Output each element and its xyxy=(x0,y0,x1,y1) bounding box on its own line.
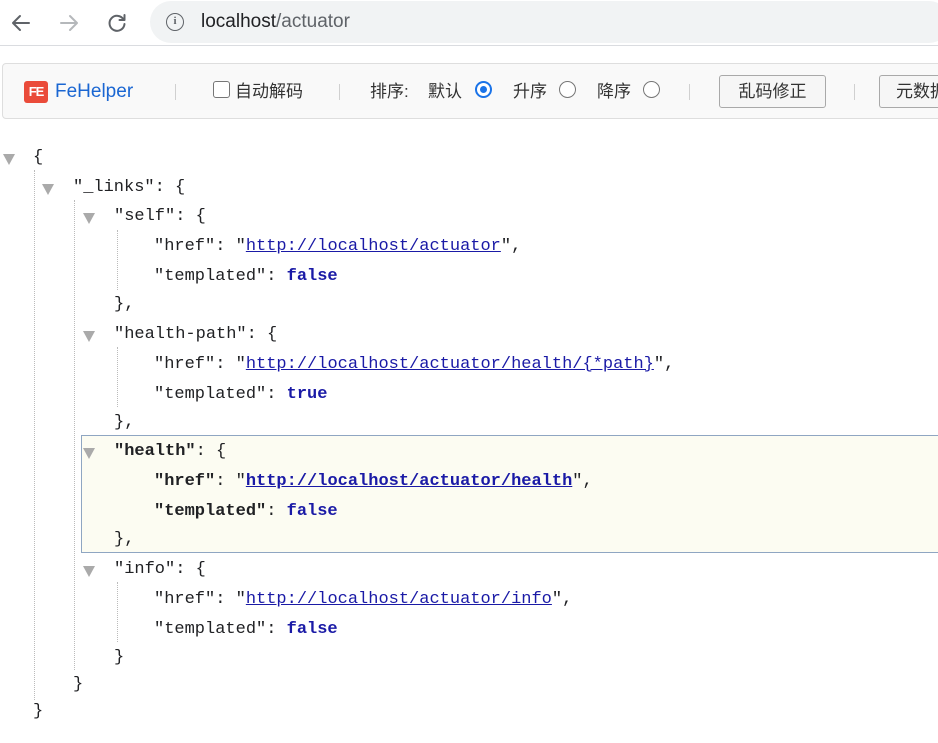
json-line-href: "href": "http://localhost/actuator", xyxy=(154,237,522,256)
toolbar-divider xyxy=(854,84,855,100)
json-key: "info" xyxy=(114,560,176,579)
json-key: "templated" xyxy=(154,267,267,286)
toolbar-divider xyxy=(689,84,690,100)
info-icon[interactable]: i xyxy=(166,13,184,31)
forward-button[interactable] xyxy=(56,10,82,36)
collapse-toggle-icon[interactable] xyxy=(83,448,95,459)
json-line-templated: "templated": false xyxy=(154,620,338,639)
reload-button[interactable] xyxy=(104,10,130,36)
collapse-toggle-icon[interactable] xyxy=(83,566,95,577)
json-line-health: "health": { xyxy=(114,442,227,461)
json-line-href: "href": "http://localhost/actuator/healt… xyxy=(154,355,675,374)
json-line-href: "href": "http://localhost/actuator/info"… xyxy=(154,590,573,609)
json-boolean: true xyxy=(286,385,328,404)
collapse-toggle-icon[interactable] xyxy=(83,331,95,342)
json-line-health-path: "health-path": { xyxy=(114,325,278,344)
json-brace: } xyxy=(73,675,84,694)
auto-decode-label[interactable]: 自动解码 xyxy=(235,80,303,104)
json-key: "templated" xyxy=(154,502,267,521)
sort-default-radio[interactable] xyxy=(475,81,492,98)
json-brace: }, xyxy=(114,530,135,549)
sort-label: 排序: xyxy=(370,82,409,101)
url-path: /actuator xyxy=(276,11,350,32)
url-host: localhost xyxy=(201,11,276,32)
metadata-button[interactable]: 元数据 xyxy=(879,75,938,108)
url-text[interactable]: localhost/actuator xyxy=(201,11,350,33)
back-button[interactable] xyxy=(8,10,34,36)
json-boolean: false xyxy=(286,620,338,639)
tree-guide xyxy=(74,200,75,670)
tree-guide xyxy=(34,170,35,700)
json-key: "href" xyxy=(154,590,216,609)
fehelper-logo-icon: FE xyxy=(24,81,48,103)
json-link[interactable]: http://localhost/actuator xyxy=(246,237,501,256)
toolbar-divider xyxy=(175,84,176,100)
sort-default-label[interactable]: 默认 xyxy=(428,80,462,104)
address-bar[interactable]: i localhost/actuator xyxy=(150,1,938,43)
json-line-info: "info": { xyxy=(114,560,206,579)
json-line-templated: "templated": false xyxy=(154,502,338,521)
arrow-left-icon xyxy=(12,15,30,31)
fehelper-toolbar: FE FeHelper 自动解码 排序: 默认 升序 降序 乱码修正 元数据 xyxy=(2,63,938,119)
sort-asc-radio[interactable] xyxy=(559,81,576,98)
json-key: "health-path" xyxy=(114,325,247,344)
json-line-templated: "templated": true xyxy=(154,385,328,404)
json-brace: } xyxy=(33,702,44,721)
json-brace: }, xyxy=(114,413,135,432)
arrow-right-icon xyxy=(60,15,78,31)
browser-toolbar: i localhost/actuator xyxy=(0,0,938,46)
auto-decode-checkbox[interactable] xyxy=(213,81,230,98)
json-key: "self" xyxy=(114,207,176,226)
json-key: "href" xyxy=(154,355,216,374)
json-key: "href" xyxy=(154,472,216,491)
json-line-href: "href": "http://localhost/actuator/healt… xyxy=(154,472,593,491)
json-viewer: { "_links": { "self": { "href": "http://… xyxy=(0,140,938,743)
json-key: "templated" xyxy=(154,385,267,404)
tree-guide xyxy=(117,230,118,290)
fehelper-title[interactable]: FeHelper xyxy=(55,80,133,104)
json-line-templated: "templated": false xyxy=(154,267,338,286)
toolbar-divider xyxy=(339,84,340,100)
json-key: "_links" xyxy=(73,178,155,197)
collapse-toggle-icon[interactable] xyxy=(3,154,15,165)
collapse-toggle-icon[interactable] xyxy=(42,184,54,195)
tree-guide xyxy=(117,347,118,407)
json-brace: }, xyxy=(114,295,135,314)
json-key: "health" xyxy=(114,442,196,461)
json-brace: } xyxy=(114,648,125,667)
tree-guide xyxy=(117,582,118,642)
json-boolean: false xyxy=(286,267,338,286)
json-brace: { xyxy=(33,148,44,167)
sort-desc-label[interactable]: 降序 xyxy=(597,80,631,104)
collapse-toggle-icon[interactable] xyxy=(83,213,95,224)
json-line-links: "_links": { xyxy=(73,178,186,197)
json-link[interactable]: http://localhost/actuator/health xyxy=(246,472,572,491)
fix-encoding-button[interactable]: 乱码修正 xyxy=(719,75,826,108)
sort-desc-radio[interactable] xyxy=(643,81,660,98)
json-link[interactable]: http://localhost/actuator/info xyxy=(246,590,552,609)
json-key: "templated" xyxy=(154,620,267,639)
json-link[interactable]: http://localhost/actuator/health/{*path} xyxy=(246,355,654,374)
json-key: "href" xyxy=(154,237,216,256)
json-line-self: "self": { xyxy=(114,207,206,226)
json-boolean: false xyxy=(286,502,338,521)
sort-asc-label[interactable]: 升序 xyxy=(513,80,547,104)
reload-icon xyxy=(108,14,126,32)
